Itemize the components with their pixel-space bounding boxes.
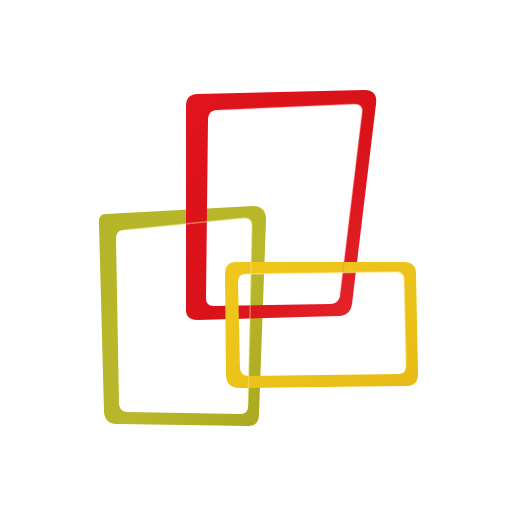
logo-canvas [0,0,512,512]
red-frame [186,90,377,320]
overlapping-frames-logo [98,90,418,426]
yellow-frame-highlight [245,271,407,367]
